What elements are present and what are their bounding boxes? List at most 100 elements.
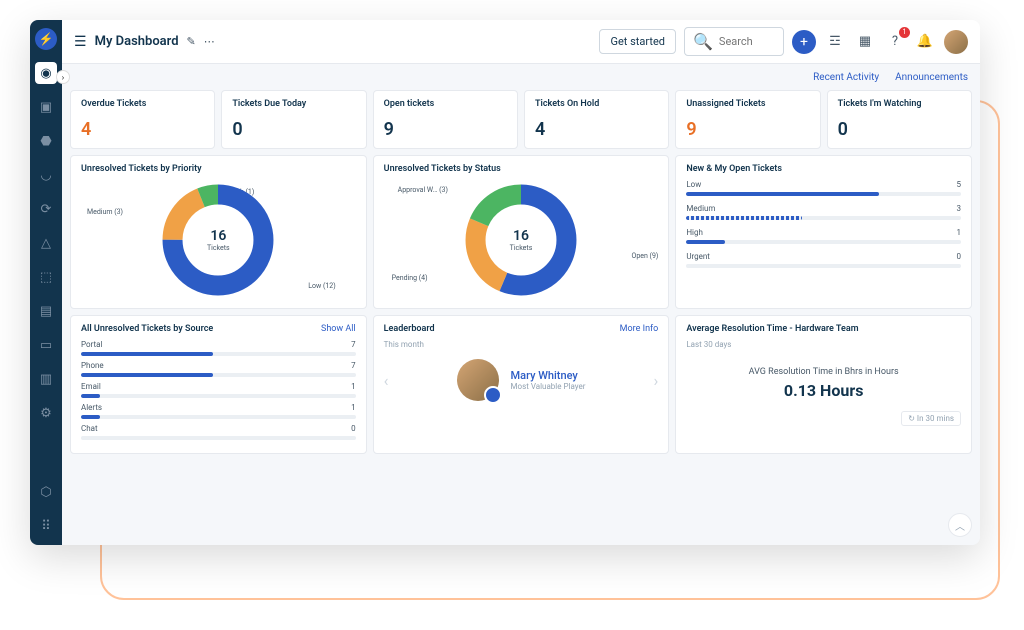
tickets-icon[interactable]: ▣ (35, 96, 57, 118)
card-title: Unresolved Tickets by Status (384, 164, 501, 174)
list-icon[interactable]: ☲ (824, 31, 846, 53)
solutions-icon[interactable]: ▭ (35, 334, 57, 356)
apps-icon[interactable]: ⠿ (35, 515, 57, 537)
bar-row: Medium3 (686, 204, 961, 220)
edit-icon[interactable]: ✎ (187, 35, 196, 48)
kpi-value: 4 (535, 119, 658, 140)
kpi-label: Overdue Tickets (81, 99, 204, 109)
bar-label: Urgent (686, 252, 710, 261)
leader-role: Most Valuable Player (511, 382, 586, 391)
kpi-label: Tickets On Hold (535, 99, 658, 109)
card-title: Leaderboard (384, 324, 435, 334)
main-area: ☰ My Dashboard ✎ ⋯ Get started 🔍 + ☲ ▦ ?… (62, 20, 980, 545)
bar-value: 0 (956, 252, 961, 261)
page-title: My Dashboard (95, 34, 179, 49)
kpi-label: Tickets I'm Watching (838, 99, 961, 109)
source-card: All Unresolved Tickets by Source Show Al… (70, 315, 367, 454)
donut-label-medium: Medium (3) (87, 208, 123, 216)
show-all-link[interactable]: Show All (321, 324, 356, 334)
bar-value: 0 (351, 424, 356, 433)
get-started-button[interactable]: Get started (599, 29, 676, 54)
search-box[interactable]: 🔍 (684, 27, 784, 56)
reports-icon[interactable]: ▥ (35, 368, 57, 390)
donut-center-value: 16 (207, 228, 230, 244)
priority-donut-card: Unresolved Tickets by Priority High (1) … (70, 155, 367, 309)
leader-name[interactable]: Mary Whitney (511, 369, 586, 382)
kpi-card[interactable]: Tickets Due Today0 (221, 90, 366, 149)
user-avatar[interactable] (944, 30, 968, 54)
bar-row: Urgent 0 (686, 252, 961, 268)
sidebar: ⚡ › ◉ ▣ ⬣ ◡ ⟳ △ ⬚ ▤ ▭ ▥ ⚙ ⬡ ⠿ (30, 20, 62, 545)
notifications-icon[interactable]: 🔔 (914, 31, 936, 53)
avg-label: AVG Resolution Time in Bhrs in Hours (686, 367, 961, 377)
kpi-card[interactable]: Overdue Tickets 4 (70, 90, 215, 149)
bar-row: High 1 (686, 228, 961, 244)
bar-value: 7 (351, 361, 356, 370)
card-title: Average Resolution Time - Hardware Team (686, 324, 858, 334)
cube-icon[interactable]: ⬡ (35, 481, 57, 503)
releases-icon[interactable]: ⟳ (35, 198, 57, 220)
leader-avatar (457, 359, 499, 401)
bottom-row: All Unresolved Tickets by Source Show Al… (70, 315, 972, 454)
bar-label: Low (686, 180, 701, 189)
bar-value: 1 (956, 228, 961, 237)
bar-label: Alerts (81, 403, 102, 412)
bar-label: Email (81, 382, 101, 391)
status-donut: 16Tickets (461, 180, 581, 300)
bar-row: Low5 (686, 180, 961, 196)
more-info-link[interactable]: More Info (620, 324, 659, 334)
kpi-value: 4 (81, 119, 204, 140)
add-button[interactable]: + (792, 30, 816, 54)
admin-icon[interactable]: ⚙ (35, 402, 57, 424)
bar-row: Portal7 (81, 340, 356, 356)
donut-center-label: Tickets (510, 244, 533, 252)
assets-icon[interactable]: ⬚ (35, 266, 57, 288)
kpi-value: 0 (838, 119, 961, 140)
bar-row: Alerts 1 (81, 403, 356, 419)
bar-label: Chat (81, 424, 98, 433)
recent-activity-link[interactable]: Recent Activity (813, 72, 879, 83)
bar-value: 1 (351, 382, 356, 391)
changes-icon[interactable]: ◡ (35, 164, 57, 186)
dashboard-icon[interactable]: ◉ (35, 62, 57, 84)
alerts-icon[interactable]: △ (35, 232, 57, 254)
kpi-row: Overdue Tickets4Tickets Due Today0Open t… (70, 90, 972, 149)
kpi-card[interactable]: Open tickets9 (373, 90, 518, 149)
sidebar-expand-button[interactable]: › (56, 70, 70, 84)
refresh-badge: ↻ In 30 mins (901, 411, 961, 426)
bar-value: 7 (351, 340, 356, 349)
prev-arrow-icon[interactable]: ‹ (384, 371, 389, 390)
avg-value: 0.13 Hours (686, 381, 961, 400)
search-icon: 🔍 (693, 32, 713, 51)
problems-icon[interactable]: ⬣ (35, 130, 57, 152)
kpi-card[interactable]: Unassigned Tickets9 (675, 90, 820, 149)
donut-label-approval: Approval W… (3) (398, 186, 448, 194)
donut-center-value: 16 (510, 228, 533, 244)
card-title: All Unresolved Tickets by Source (81, 324, 213, 334)
kpi-label: Open tickets (384, 99, 507, 109)
next-arrow-icon[interactable]: › (654, 371, 659, 390)
app-logo-icon[interactable]: ⚡ (35, 28, 57, 50)
card-title: Unresolved Tickets by Priority (81, 164, 202, 174)
bar-value: 1 (351, 403, 356, 412)
sub-toolbar: Recent Activity Announcements (62, 64, 980, 90)
kpi-card[interactable]: Tickets On Hold 4 (524, 90, 669, 149)
announcements-link[interactable]: Announcements (895, 72, 968, 83)
kpi-card[interactable]: Tickets I'm Watching 0 (827, 90, 972, 149)
bar-label: High (686, 228, 703, 237)
priority-donut: 16Tickets (158, 180, 278, 300)
help-icon[interactable]: ?1 (884, 31, 906, 53)
kpi-label: Unassigned Tickets (686, 99, 809, 109)
status-donut-card: Unresolved Tickets by Status Approval W…… (373, 155, 670, 309)
dashboard-content: Overdue Tickets4Tickets Due Today0Open t… (62, 90, 980, 545)
kpi-label: Tickets Due Today (232, 99, 355, 109)
hamburger-icon[interactable]: ☰ (74, 34, 87, 50)
scroll-top-button[interactable]: ︿ (948, 513, 972, 537)
calendar-icon[interactable]: ▦ (854, 31, 876, 53)
help-badge: 1 (899, 27, 910, 38)
more-icon[interactable]: ⋯ (204, 35, 215, 48)
search-input[interactable] (719, 35, 779, 48)
donut-label-low: Low (12) (308, 282, 335, 290)
contracts-icon[interactable]: ▤ (35, 300, 57, 322)
open-tickets-card: New & My Open Tickets Low5Medium3High1Ur… (675, 155, 972, 309)
